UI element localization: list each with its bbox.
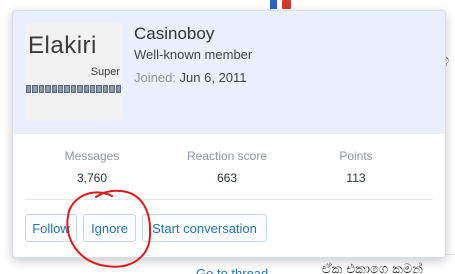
ignore-button[interactable]: Ignore [83,214,136,242]
stat-label: Points [339,149,373,163]
joined-date: Jun 6, 2011 [179,70,247,85]
stat-label: Messages [64,149,120,163]
background-toolbar-icons [270,0,300,10]
avatar-rank-bar [26,85,122,93]
stat-label: Reaction score [186,149,268,163]
stat-value: 663 [216,171,238,185]
member-tooltip-header: Elakiri Super Casinoboy Well-known membe… [13,11,445,134]
joined-label: Joined: [134,70,176,85]
member-user-title: Well-known member [134,47,253,62]
avatar[interactable]: Elakiri Super [25,23,122,120]
start-conversation-button[interactable]: Start conversation [142,214,267,242]
follow-button[interactable]: Follow [25,214,77,242]
notification-icon [282,0,291,9]
background-post-text: ඒක එකාගෙ කුමන් [322,262,423,274]
page: ඉ Go to thread ඒක එකාගෙ කුමන් Elakiri Su… [0,0,455,274]
stat-messages: Messages 3,760 [57,149,127,185]
stat-value: 113 [346,171,366,185]
background-thread-link[interactable]: Go to thread [196,266,268,274]
avatar-subtitle: Super [90,66,120,78]
avatar-title: Elakiri [28,32,97,59]
flag-icon [270,0,277,9]
divider [25,199,433,200]
member-tooltip: Elakiri Super Casinoboy Well-known membe… [12,10,446,258]
stat-reaction-score: Reaction score 663 [177,149,277,185]
member-joined: Joined: Jun 6, 2011 [134,70,247,85]
member-name[interactable]: Casinoboy [134,24,214,44]
stat-value: 3,760 [76,171,108,185]
member-stats: Messages 3,760 Reaction score 663 Points… [13,149,445,189]
stat-points: Points 113 [331,149,381,185]
